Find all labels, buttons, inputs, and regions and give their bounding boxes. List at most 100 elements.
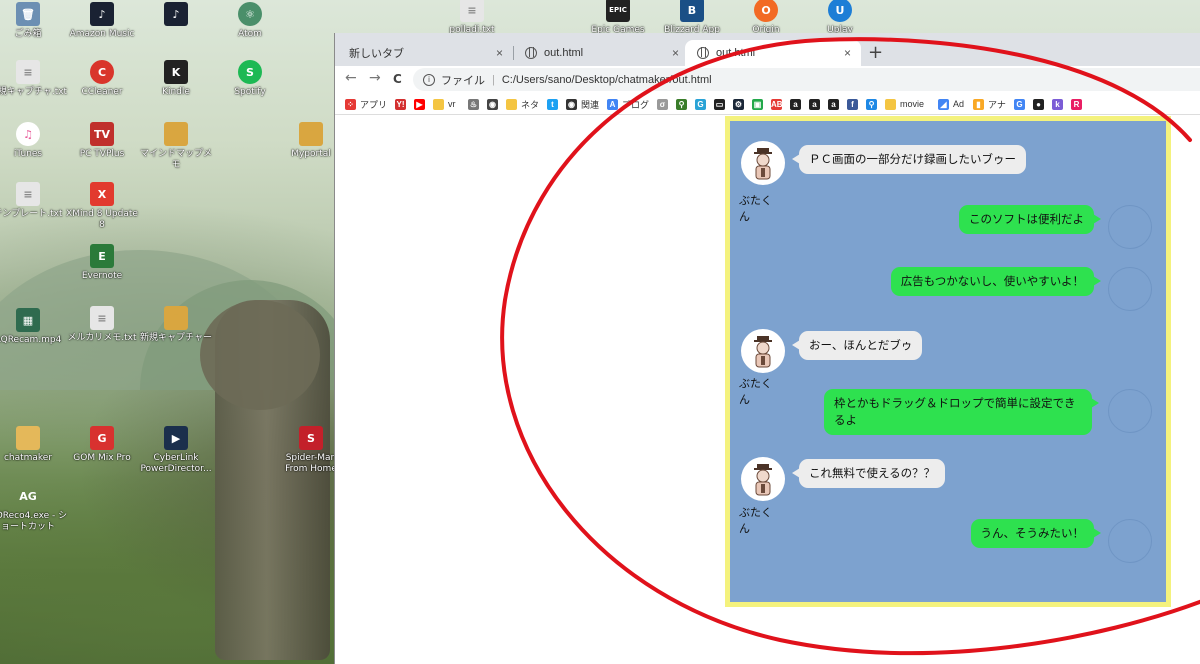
bookmark-icon: ▣: [752, 98, 763, 110]
desktop-icon-label: XMind 8 Update 8: [66, 209, 138, 230]
pig-avatar-icon: [741, 329, 785, 373]
desktop-icon-text-file[interactable]: ≡ メルカリメモ.txt: [62, 306, 142, 344]
back-button[interactable]: ←: [345, 70, 357, 86]
bookmark-item[interactable]: ◢ Ad: [938, 96, 964, 112]
desktop-icon-folder[interactable]: ▮ マインドマップメモ: [136, 122, 216, 171]
desktop-icon-ccleaner[interactable]: C CCleaner: [62, 60, 142, 98]
forward-button[interactable]: →: [369, 70, 381, 86]
desktop-icon-text-file[interactable]: ≡ 新規キャプチャ.txt: [0, 60, 68, 98]
desktop-icon-label: Kindle: [162, 87, 190, 97]
bookmark-item[interactable]: movie: [885, 96, 924, 112]
desktop-icon-label: AQRecam.mp4: [0, 335, 62, 345]
bookmark-item[interactable]: a: [828, 96, 843, 112]
tab-out-html-active[interactable]: out.html ×: [685, 40, 861, 66]
desktop-icon-origin[interactable]: O Origin: [726, 0, 806, 36]
chat-bubble-right: 広告もつかないし、使いやすいよ！: [890, 267, 1102, 296]
bookmark-item[interactable]: t: [547, 96, 562, 112]
close-icon[interactable]: ×: [496, 46, 503, 60]
bookmark-item[interactable]: G: [1014, 96, 1029, 112]
blizzard-icon: B: [680, 0, 704, 22]
desktop-icon-spiderman[interactable]: S Spider-Man From Home: [283, 426, 339, 475]
bookmark-item[interactable]: ⁘ アプリ: [345, 96, 387, 112]
bookmark-icon: t: [547, 98, 558, 110]
bookmark-item[interactable]: ▶: [414, 96, 429, 112]
chat-frame: ぶたくん ＰＣ画面の一部分だけ録画したいブゥー このソフトは便利だよ 広告もつか…: [725, 116, 1171, 607]
close-icon[interactable]: ×: [844, 46, 851, 60]
bookmark-item[interactable]: ⚲: [866, 96, 881, 112]
desktop-icon-kindle-top[interactable]: ♪: [136, 2, 216, 29]
desktop-icon-video-file[interactable]: ▦ AQRecam.mp4: [0, 308, 68, 346]
desktop-icon-uplay[interactable]: U Uplay: [800, 0, 880, 36]
reload-button[interactable]: C: [393, 72, 402, 86]
bookmark-icon: ◉: [566, 98, 577, 110]
bookmark-item[interactable]: ♨: [468, 96, 483, 112]
desktop-icon-itunes[interactable]: ♫ iTunes: [0, 122, 68, 160]
desktop-icon-folder[interactable]: ▮ chatmaker: [0, 426, 68, 464]
bookmark-label: ブログ: [622, 99, 650, 110]
info-icon[interactable]: i: [423, 73, 435, 86]
desktop-icon-atom[interactable]: ⚛ Atom: [210, 2, 290, 40]
desktop-icon-label: GOM Mix Pro: [73, 453, 131, 463]
bookmark-item[interactable]: vr: [433, 96, 456, 112]
desktop-icon-spotify[interactable]: S Spotify: [210, 60, 290, 98]
bookmark-item[interactable]: ⚙: [733, 96, 748, 112]
bookmark-icon: ⚲: [866, 98, 877, 110]
bookmark-item[interactable]: ▭: [714, 96, 729, 112]
tab-title: out.html: [716, 47, 756, 59]
desktop-icon-text-file[interactable]: ≡ テンプレート.txt: [0, 182, 68, 220]
tab-new-tab[interactable]: 新しいタブ ×: [337, 40, 513, 66]
desktop-icon-recycle-bin[interactable]: 🗑 ごみ箱: [0, 2, 68, 40]
tab-strip: 新しいタブ × out.html × out.html × +: [335, 33, 1200, 66]
desktop-icon-epic-games[interactable]: EPIC Epic Games: [578, 0, 658, 36]
bookmark-icon: k: [1052, 98, 1063, 110]
desktop-icon-powerdirector[interactable]: ▶ CyberLink PowerDirector...: [136, 426, 216, 475]
close-icon[interactable]: ×: [672, 46, 679, 60]
desktop-icon-folder[interactable]: ▮ Myportal: [283, 122, 339, 160]
bookmark-icon: ▶: [414, 98, 425, 110]
bookmarks-bar: ⁘ アプリ Y! ▶ vr ♨ ◉ ネタ t ◉ 関連 A ブログ σ ⚲ G ▭ ⚙ ▣ AB a a a f ⚲ movie ◢…: [335, 93, 1200, 115]
desktop-icon-pctvplus[interactable]: TV PC TVPlus: [62, 122, 142, 160]
desktop-icon-kindle[interactable]: K Kindle: [136, 60, 216, 98]
bookmark-item[interactable]: k: [1052, 96, 1067, 112]
recycle-bin-icon: 🗑: [16, 2, 40, 26]
address-url[interactable]: C:/Users/sano/Desktop/chatmaker/out.html: [502, 74, 712, 86]
bookmark-item[interactable]: Y!: [395, 96, 410, 112]
desktop-icon-text-file[interactable]: ≡ polladi.txt: [432, 0, 512, 36]
bookmark-item[interactable]: ▮ アナ: [973, 96, 1006, 112]
bookmark-item[interactable]: ●: [1033, 96, 1048, 112]
bookmark-item[interactable]: G: [695, 96, 710, 112]
bookmark-item[interactable]: a: [809, 96, 824, 112]
address-bar[interactable]: i ファイル | C:/Users/sano/Desktop/chatmaker…: [413, 68, 1200, 91]
bookmark-item[interactable]: ⚲: [676, 96, 691, 112]
kindle-icon: K: [164, 60, 188, 84]
desktop-icon-label: iTunes: [13, 149, 43, 159]
bookmark-item[interactable]: ◉ 関連: [566, 96, 599, 112]
chat-bubble-left: これ無料で使えるの？？: [791, 459, 946, 488]
user-avatar-placeholder: [1108, 519, 1152, 563]
desktop-icon-folder[interactable]: ▮ 新規キャプチャー: [136, 306, 216, 344]
desktop-icon-evernote[interactable]: E Evernote: [62, 244, 142, 282]
bookmark-item[interactable]: ネタ: [506, 96, 539, 112]
desktop-icon-blizzard[interactable]: B Blizzard App: [652, 0, 732, 36]
bookmark-item[interactable]: σ: [657, 96, 672, 112]
bookmark-label: movie: [900, 99, 925, 109]
bookmark-item[interactable]: ▣: [752, 96, 767, 112]
desktop-icon-amazon-music[interactable]: ♪ Amazon Music: [62, 2, 142, 40]
user-avatar-placeholder: [1108, 389, 1152, 433]
page-viewport: ぶたくん ＰＣ画面の一部分だけ録画したいブゥー このソフトは便利だよ 広告もつか…: [335, 115, 1200, 664]
bookmark-item[interactable]: R: [1071, 96, 1086, 112]
bookmark-item[interactable]: a: [790, 96, 805, 112]
bookmark-item[interactable]: ◉: [487, 96, 502, 112]
desktop-icon-shortcut[interactable]: AG GDReco4.exe - ショートカット: [0, 484, 68, 533]
bookmark-icon: a: [809, 98, 820, 110]
new-tab-button[interactable]: +: [868, 42, 883, 63]
desktop-icon-gom-mix[interactable]: G GOM Mix Pro: [62, 426, 142, 464]
bookmark-item[interactable]: f: [847, 96, 862, 112]
atom-icon: ⚛: [238, 2, 262, 26]
desktop-icon-xmind[interactable]: X XMind 8 Update 8: [62, 182, 142, 231]
amazon-music-icon: ♪: [90, 2, 114, 26]
bookmark-item[interactable]: A ブログ: [607, 96, 649, 112]
bookmark-item[interactable]: AB: [771, 96, 786, 112]
bookmark-icon: ⚙: [733, 98, 744, 110]
tab-out-html[interactable]: out.html ×: [513, 40, 689, 66]
